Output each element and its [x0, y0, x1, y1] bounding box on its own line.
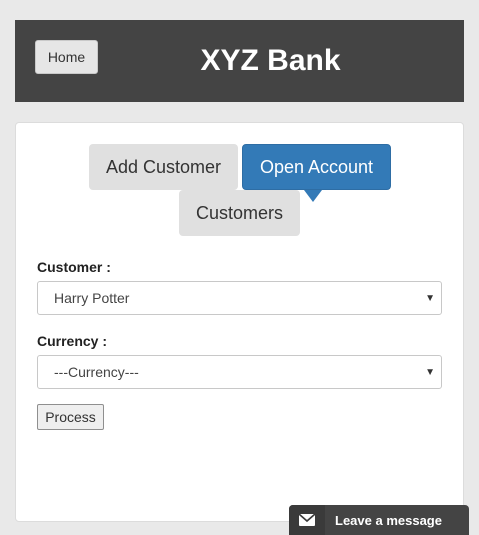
active-tab-pointer — [304, 190, 322, 202]
customer-select-value: Harry Potter — [54, 290, 130, 306]
tab-add-customer[interactable]: Add Customer — [89, 144, 238, 190]
tab-customers[interactable]: Customers — [179, 190, 300, 236]
customer-label: Customer : — [37, 259, 111, 275]
customer-select[interactable]: Harry Potter ▼ — [37, 281, 442, 315]
leave-message-widget[interactable]: Leave a message — [289, 505, 469, 535]
home-button[interactable]: Home — [35, 40, 98, 74]
leave-message-label: Leave a message — [335, 512, 442, 528]
currency-select-value: ---Currency--- — [54, 364, 139, 380]
chevron-down-icon: ▼ — [425, 293, 435, 304]
currency-select[interactable]: ---Currency--- ▼ — [37, 355, 442, 389]
envelope-icon — [289, 505, 325, 535]
main-panel: Add Customer Open Account Customers Cust… — [15, 122, 464, 522]
tab-open-account[interactable]: Open Account — [242, 144, 391, 190]
currency-label: Currency : — [37, 333, 108, 349]
chevron-down-icon: ▼ — [425, 367, 435, 378]
app-header: XYZ Bank Home — [15, 20, 464, 102]
process-button[interactable]: Process — [37, 404, 104, 430]
